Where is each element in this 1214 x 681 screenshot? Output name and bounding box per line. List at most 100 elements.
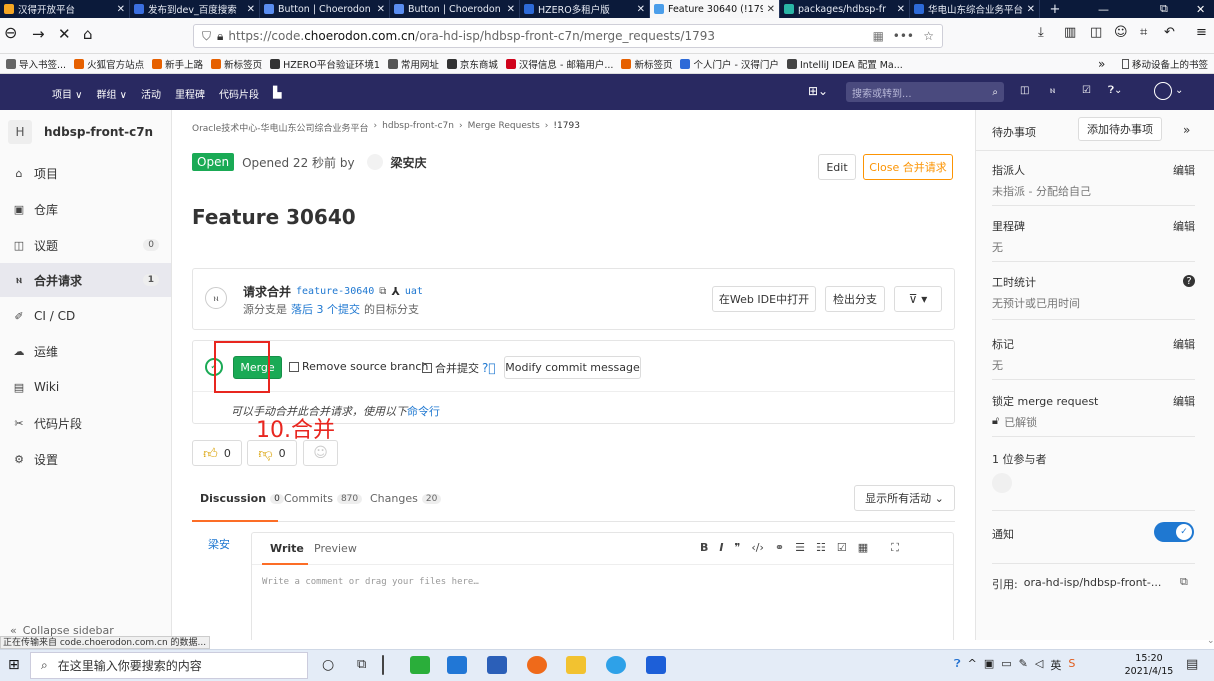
sync-icon[interactable]: ↶ — [1164, 25, 1175, 40]
browser-tab[interactable]: 华电山东综合业务平台 ✕ — [910, 0, 1040, 18]
browser-tab[interactable]: Button | Choerodon ✕ — [390, 0, 520, 18]
chevron-down-icon[interactable]: ⌄ — [1175, 85, 1183, 96]
help-icon[interactable]: ?⃝ — [482, 361, 496, 375]
bookmark-item[interactable]: 导入书签... — [6, 57, 66, 71]
remove-source-branch-checkbox[interactable]: Remove source branch — [289, 360, 428, 373]
windows-start-icon[interactable]: ⊞ — [8, 657, 20, 673]
nav-snippets[interactable]: 代码片段 — [219, 86, 259, 101]
bullet-list-icon[interactable]: ☰ — [795, 541, 805, 555]
sidebar-item[interactable]: ◫ 议题 0 — [0, 228, 171, 262]
minimize-button[interactable]: — — [1098, 0, 1109, 18]
browser-tab-active[interactable]: Feature 30640 (!1793)✕ — [650, 0, 780, 18]
task-list-icon[interactable]: ☑ — [837, 541, 847, 555]
chevron-up-icon[interactable]: ^ — [968, 657, 977, 673]
comment-textarea[interactable]: Write a comment or drag your files here… — [262, 577, 479, 587]
nav-milestones[interactable]: 里程碑 — [175, 86, 205, 101]
mobile-bookmarks[interactable]: 移动设备上的书签 — [1122, 57, 1208, 71]
link-icon[interactable]: ⚭ — [775, 541, 784, 555]
behind-commits-link[interactable]: 落后 3 个提交 — [291, 301, 360, 317]
tab-changes[interactable]: Changes 20 — [370, 492, 442, 505]
author-link[interactable]: 梁安庆 — [391, 154, 427, 171]
close-icon[interactable]: ✕ — [897, 4, 905, 15]
sidebar-item[interactable]: ⲛ 合并请求 1 — [0, 263, 171, 297]
edit-lock-button[interactable]: 编辑 — [1173, 393, 1195, 409]
clock[interactable]: 15:20 2021/4/15 — [1122, 652, 1176, 678]
page-actions-button[interactable]: ••• — [893, 29, 914, 43]
task-view-icon[interactable]: ⧉ — [357, 657, 366, 672]
checkout-branch-button[interactable]: 检出分支 — [825, 286, 885, 312]
breadcrumb-item[interactable]: Merge Requests — [468, 121, 540, 134]
modify-commit-message-button[interactable]: Modify commit message — [504, 356, 641, 379]
remote-icon[interactable] — [606, 656, 626, 674]
browser-tab[interactable]: Button | Choerodon ✕ — [260, 0, 390, 18]
open-web-ide-button[interactable]: 在Web IDE中打开 — [712, 286, 816, 312]
sidebar-item[interactable]: ✐ CI / CD — [0, 299, 171, 333]
bookmark-item[interactable]: HZERO平台验证环境1 — [270, 57, 380, 71]
sidebar-icon[interactable]: ◫ — [1090, 25, 1102, 40]
bookmark-star-icon[interactable]: ☆ — [923, 29, 934, 43]
screenshot-icon[interactable]: ⌗ — [1140, 25, 1147, 40]
tray-app-icon[interactable]: ▣ — [984, 657, 994, 673]
copy-icon[interactable]: ⧉ — [379, 286, 386, 297]
source-branch-link[interactable]: feature-30640 — [296, 286, 374, 297]
app-icon[interactable] — [646, 656, 666, 674]
breadcrumb-item[interactable]: Oracle技术中心-华电山东公司综合业务平台 — [192, 121, 369, 134]
bookmarks-overflow-button[interactable]: » — [1098, 57, 1105, 71]
ime-indicator[interactable]: 英 — [1050, 657, 1061, 673]
new-item-icon[interactable]: ⊞⌄ — [808, 84, 828, 98]
close-icon[interactable]: ✕ — [767, 4, 775, 15]
close-mr-button[interactable]: Close 合并请求 — [863, 154, 953, 180]
home-icon[interactable]: ⌂ — [83, 25, 93, 43]
sidebar-item[interactable]: ▤ Wiki — [0, 370, 171, 404]
project-name[interactable]: hdbsp-front-c7n — [44, 125, 153, 139]
close-icon[interactable]: ✕ — [377, 4, 385, 15]
qr-icon[interactable]: ▦ — [873, 29, 884, 43]
pen-icon[interactable]: ✎ — [1019, 657, 1028, 673]
firefox-icon[interactable] — [527, 656, 547, 674]
todos-icon[interactable]: ☑ — [1082, 85, 1091, 96]
bookmark-item[interactable]: IntelliJ IDEA 配置 Ma... — [786, 57, 903, 71]
assign-yourself-link[interactable]: 未指派 - 分配给自己 — [992, 183, 1195, 199]
close-icon[interactable]: ✕ — [637, 4, 645, 15]
bookmark-item[interactable]: 新标签页 — [621, 57, 672, 71]
avatar[interactable]: 梁安 — [208, 536, 230, 552]
bookmark-item[interactable]: 火狐官方站点 — [74, 57, 144, 71]
sidebar-item[interactable]: ✂ 代码片段 — [0, 406, 171, 440]
close-icon[interactable]: ✕ — [247, 4, 255, 15]
bookmark-item[interactable]: 新标签页 — [211, 57, 262, 71]
sidebar-item[interactable]: ⚙ 设置 — [0, 442, 171, 476]
bookmark-item[interactable]: 新手上路 — [152, 57, 203, 71]
menu-icon[interactable]: ≡ — [1196, 25, 1207, 40]
volume-icon[interactable]: ◁ — [1035, 657, 1043, 673]
command-line-link[interactable]: 命令行 — [407, 403, 440, 419]
library-icon[interactable]: ▥ — [1064, 25, 1076, 40]
chart-icon[interactable]: ▙ — [273, 86, 281, 101]
stop-button[interactable]: ✕ — [58, 25, 71, 43]
help-icon[interactable]: ? — [1183, 275, 1195, 287]
forward-button[interactable]: → — [32, 25, 45, 43]
italic-icon[interactable]: I — [719, 541, 723, 555]
edit-milestone-button[interactable]: 编辑 — [1173, 218, 1195, 234]
thumbs-up-button[interactable]: 👍︎ 0 — [192, 440, 242, 466]
help-icon[interactable]: ❓︎⌄ — [1108, 85, 1122, 96]
url-bar[interactable]: ⛉ 🔒︎ https://code. choerodon.com.cn/ora-h… — [193, 24, 943, 48]
tab-discussion[interactable]: Discussion 0 — [200, 492, 284, 505]
breadcrumb-item[interactable]: hdbsp-front-c7n — [382, 121, 454, 134]
scroll-down-icon[interactable]: ⌄ — [1207, 636, 1214, 646]
browser-tab[interactable]: 发布到dev_百度搜索 ✕ — [130, 0, 260, 18]
browser-tab[interactable]: 汉得开放平台 ✕ — [0, 0, 130, 18]
sidebar-item[interactable]: ☁ 运维 — [0, 334, 171, 368]
quote-icon[interactable]: ❞ — [734, 541, 740, 555]
restore-button[interactable]: ⧉ — [1160, 0, 1168, 18]
thumbs-down-button[interactable]: 👎︎ 0 — [247, 440, 297, 466]
back-button[interactable]: ⊖ — [4, 23, 17, 42]
add-reaction-button[interactable]: ☺ — [303, 440, 338, 466]
notification-center-icon[interactable]: ▤ — [1186, 657, 1198, 672]
user-avatar-icon[interactable] — [1154, 82, 1172, 100]
account-icon[interactable]: ☺ — [1114, 25, 1128, 40]
search-input[interactable]: 搜索或转到... ⌕ — [846, 82, 1004, 102]
close-icon[interactable]: ✕ — [507, 4, 515, 15]
breadcrumb-item[interactable]: !1793 — [553, 121, 580, 134]
tab-commits[interactable]: Commits 870 — [284, 492, 363, 505]
avatar[interactable] — [992, 473, 1012, 493]
